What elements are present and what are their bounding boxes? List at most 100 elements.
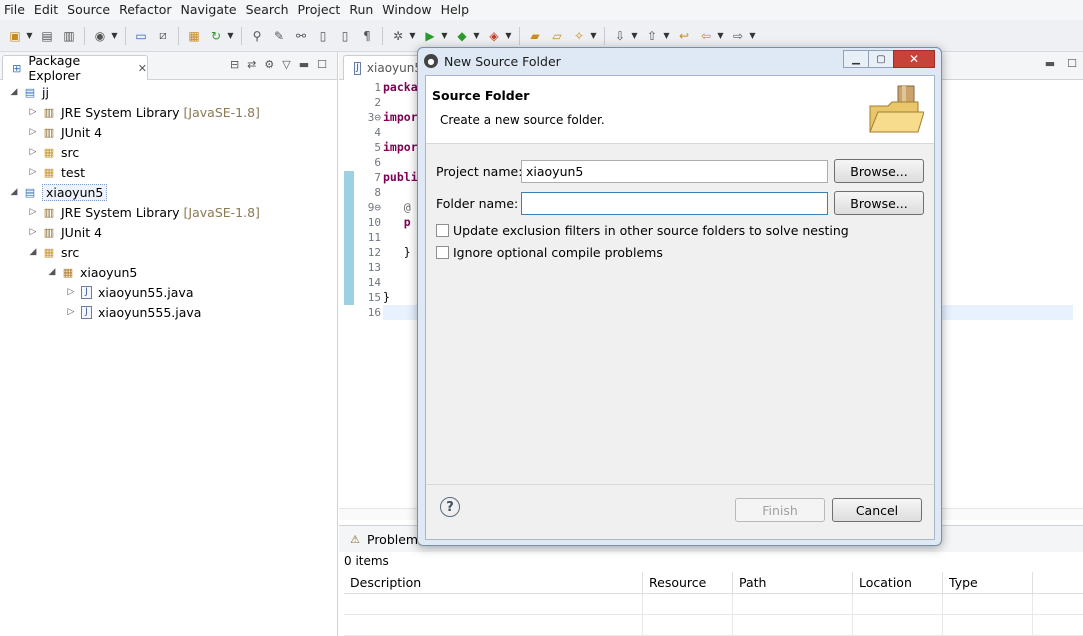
collapsed-arrow-icon[interactable]: ▷ (27, 127, 39, 137)
finish-button[interactable]: Finish (735, 498, 825, 522)
back-dropdown-icon[interactable]: ▼ (717, 28, 724, 44)
collapsed-arrow-icon[interactable]: ▷ (65, 307, 77, 317)
dialog-title-bar[interactable]: ● New Source Folder ▁ ▢ ✕ (418, 48, 941, 74)
refresh-icon[interactable]: ↻ (208, 28, 224, 44)
minimize-icon[interactable]: ▬ (299, 58, 309, 71)
expanded-arrow-icon[interactable]: ◢ (8, 187, 20, 197)
tree-item[interactable]: ▷ ▥ JRE System Library [JavaSE-1.8] (0, 102, 336, 122)
project-name-input[interactable] (521, 160, 828, 183)
open-type-icon[interactable]: ▰ (527, 28, 543, 44)
run-icon[interactable]: ▶ (422, 28, 438, 44)
maximize-icon[interactable]: ☐ (1067, 57, 1077, 70)
tree-item[interactable]: ▷ Jxiaoyun55.java (0, 282, 336, 302)
tree-item[interactable]: ◢ ▤ xiaoyun5 (0, 182, 336, 202)
wand-dropdown-icon[interactable]: ▼ (590, 28, 597, 44)
tree-item[interactable]: ◢ ▤ jj (0, 82, 336, 102)
close-icon[interactable]: ✕ (138, 62, 147, 75)
collapsed-arrow-icon[interactable]: ▷ (27, 207, 39, 217)
menu-item-run[interactable]: Run (345, 0, 378, 20)
tree-item[interactable]: ▷ ▥ JRE System Library [JavaSE-1.8] (0, 202, 336, 222)
collapse-all-icon[interactable]: ⊟ (230, 58, 239, 71)
column-header-location[interactable]: Location (853, 572, 943, 594)
save-all-icon[interactable]: ▥ (61, 28, 77, 44)
menu-item-search[interactable]: Search (242, 0, 294, 20)
menu-item-edit[interactable]: Edit (30, 0, 63, 20)
maximize-icon[interactable]: ☐ (317, 58, 327, 71)
menu-item-file[interactable]: File (0, 0, 30, 20)
build-icon[interactable]: ▦ (186, 28, 202, 44)
maximize-window-icon[interactable]: ▢ (868, 50, 894, 68)
external-tools-dropdown-icon[interactable]: ▼ (505, 28, 512, 44)
open-folder-icon[interactable]: ▱ (549, 28, 565, 44)
editor-vertical-scrollbar[interactable] (1073, 80, 1083, 510)
project-browse-button[interactable]: Browse... (834, 159, 924, 183)
back-icon[interactable]: ⇦ (698, 28, 714, 44)
column-header-description[interactable]: Description (344, 572, 643, 594)
expanded-arrow-icon[interactable]: ◢ (46, 267, 58, 277)
collapsed-arrow-icon[interactable]: ▷ (27, 107, 39, 117)
menu-item-project[interactable]: Project (294, 0, 346, 20)
menu-item-source[interactable]: Source (63, 0, 115, 20)
save-icon[interactable]: ▤ (39, 28, 55, 44)
focus-icon[interactable]: ⚙ (264, 58, 274, 71)
account-dropdown-icon[interactable]: ▼ (111, 28, 118, 44)
tree-item[interactable]: ▷ ▥ JUnit 4 (0, 222, 336, 242)
wand-icon[interactable]: ✧ (571, 28, 587, 44)
problems-tab-label[interactable]: Problems (367, 532, 425, 547)
folder-name-input[interactable] (521, 192, 828, 215)
tree-item[interactable]: ▷ Jxiaoyun555.java (0, 302, 336, 322)
menu-item-window[interactable]: Window (378, 0, 436, 20)
skip-breakpoints-icon[interactable]: ⧄ (155, 28, 171, 44)
coverage-dropdown-icon[interactable]: ▼ (473, 28, 480, 44)
tree-item[interactable]: ◢ ▦ src (0, 242, 336, 262)
expanded-arrow-icon[interactable]: ◢ (27, 247, 39, 257)
pen-icon[interactable]: ✎ (271, 28, 287, 44)
column-header-path[interactable]: Path (733, 572, 853, 594)
editor-tab[interactable]: J xiaoyun5 (343, 55, 423, 80)
minimize-window-icon[interactable]: ▁ (843, 50, 869, 68)
folder-browse-button[interactable]: Browse... (834, 191, 924, 215)
column-header-resource[interactable]: Resource (643, 572, 733, 594)
checkbox-box[interactable] (436, 224, 449, 237)
account-icon[interactable]: ◉ (92, 28, 108, 44)
paste-icon[interactable]: ▯ (337, 28, 353, 44)
coverage-icon[interactable]: ◆ (454, 28, 470, 44)
prev-annotation-icon[interactable]: ⇧ (644, 28, 660, 44)
cancel-button[interactable]: Cancel (832, 498, 922, 522)
debug-icon[interactable]: ✲ (390, 28, 406, 44)
next-annotation-icon[interactable]: ⇩ (612, 28, 628, 44)
new-icon[interactable]: ▣ (7, 28, 23, 44)
collapsed-arrow-icon[interactable]: ▷ (27, 147, 39, 157)
debug-dropdown-icon[interactable]: ▼ (409, 28, 416, 44)
package-explorer-tab[interactable]: ⊞ Package Explorer ✕ (2, 53, 148, 83)
column-header-type[interactable]: Type (943, 572, 1033, 594)
collapsed-arrow-icon[interactable]: ▷ (27, 227, 39, 237)
run-dropdown-icon[interactable]: ▼ (441, 28, 448, 44)
checkbox-box[interactable] (436, 246, 449, 259)
pin-icon[interactable]: ⚲ (249, 28, 265, 44)
new-dropdown-icon[interactable]: ▼ (26, 28, 33, 44)
minimize-icon[interactable]: ▬ (1045, 57, 1055, 70)
forward-icon[interactable]: ⇨ (730, 28, 746, 44)
ignore-optional-checkbox[interactable]: Ignore optional compile problems (436, 245, 663, 260)
collapsed-arrow-icon[interactable]: ▷ (65, 287, 77, 297)
menu-item-refactor[interactable]: Refactor (115, 0, 176, 20)
view-menu-icon[interactable]: ▽ (282, 58, 290, 71)
refresh-dropdown-icon[interactable]: ▼ (227, 28, 234, 44)
tree-item[interactable]: ▷ ▦ src (0, 142, 336, 162)
menu-item-navigate[interactable]: Navigate (177, 0, 242, 20)
menu-item-help[interactable]: Help (437, 0, 475, 20)
help-icon[interactable]: ? (440, 497, 460, 517)
external-tools-icon[interactable]: ◈ (486, 28, 502, 44)
exclusion-filters-checkbox[interactable]: Update exclusion filters in other source… (436, 223, 849, 238)
link-icon[interactable]: ⚯ (293, 28, 309, 44)
console-icon[interactable]: ▭ (133, 28, 149, 44)
tree-item[interactable]: ▷ ▥ JUnit 4 (0, 122, 336, 142)
page-icon[interactable]: ▯ (315, 28, 331, 44)
tree-item[interactable]: ▷ ▦ test (0, 162, 336, 182)
next-annotation-dropdown-icon[interactable]: ▼ (631, 28, 638, 44)
prev-annotation-dropdown-icon[interactable]: ▼ (663, 28, 670, 44)
link-with-editor-icon[interactable]: ⇄ (247, 58, 256, 71)
paragraph-icon[interactable]: ¶ (359, 28, 375, 44)
last-edit-icon[interactable]: ↩ (676, 28, 692, 44)
